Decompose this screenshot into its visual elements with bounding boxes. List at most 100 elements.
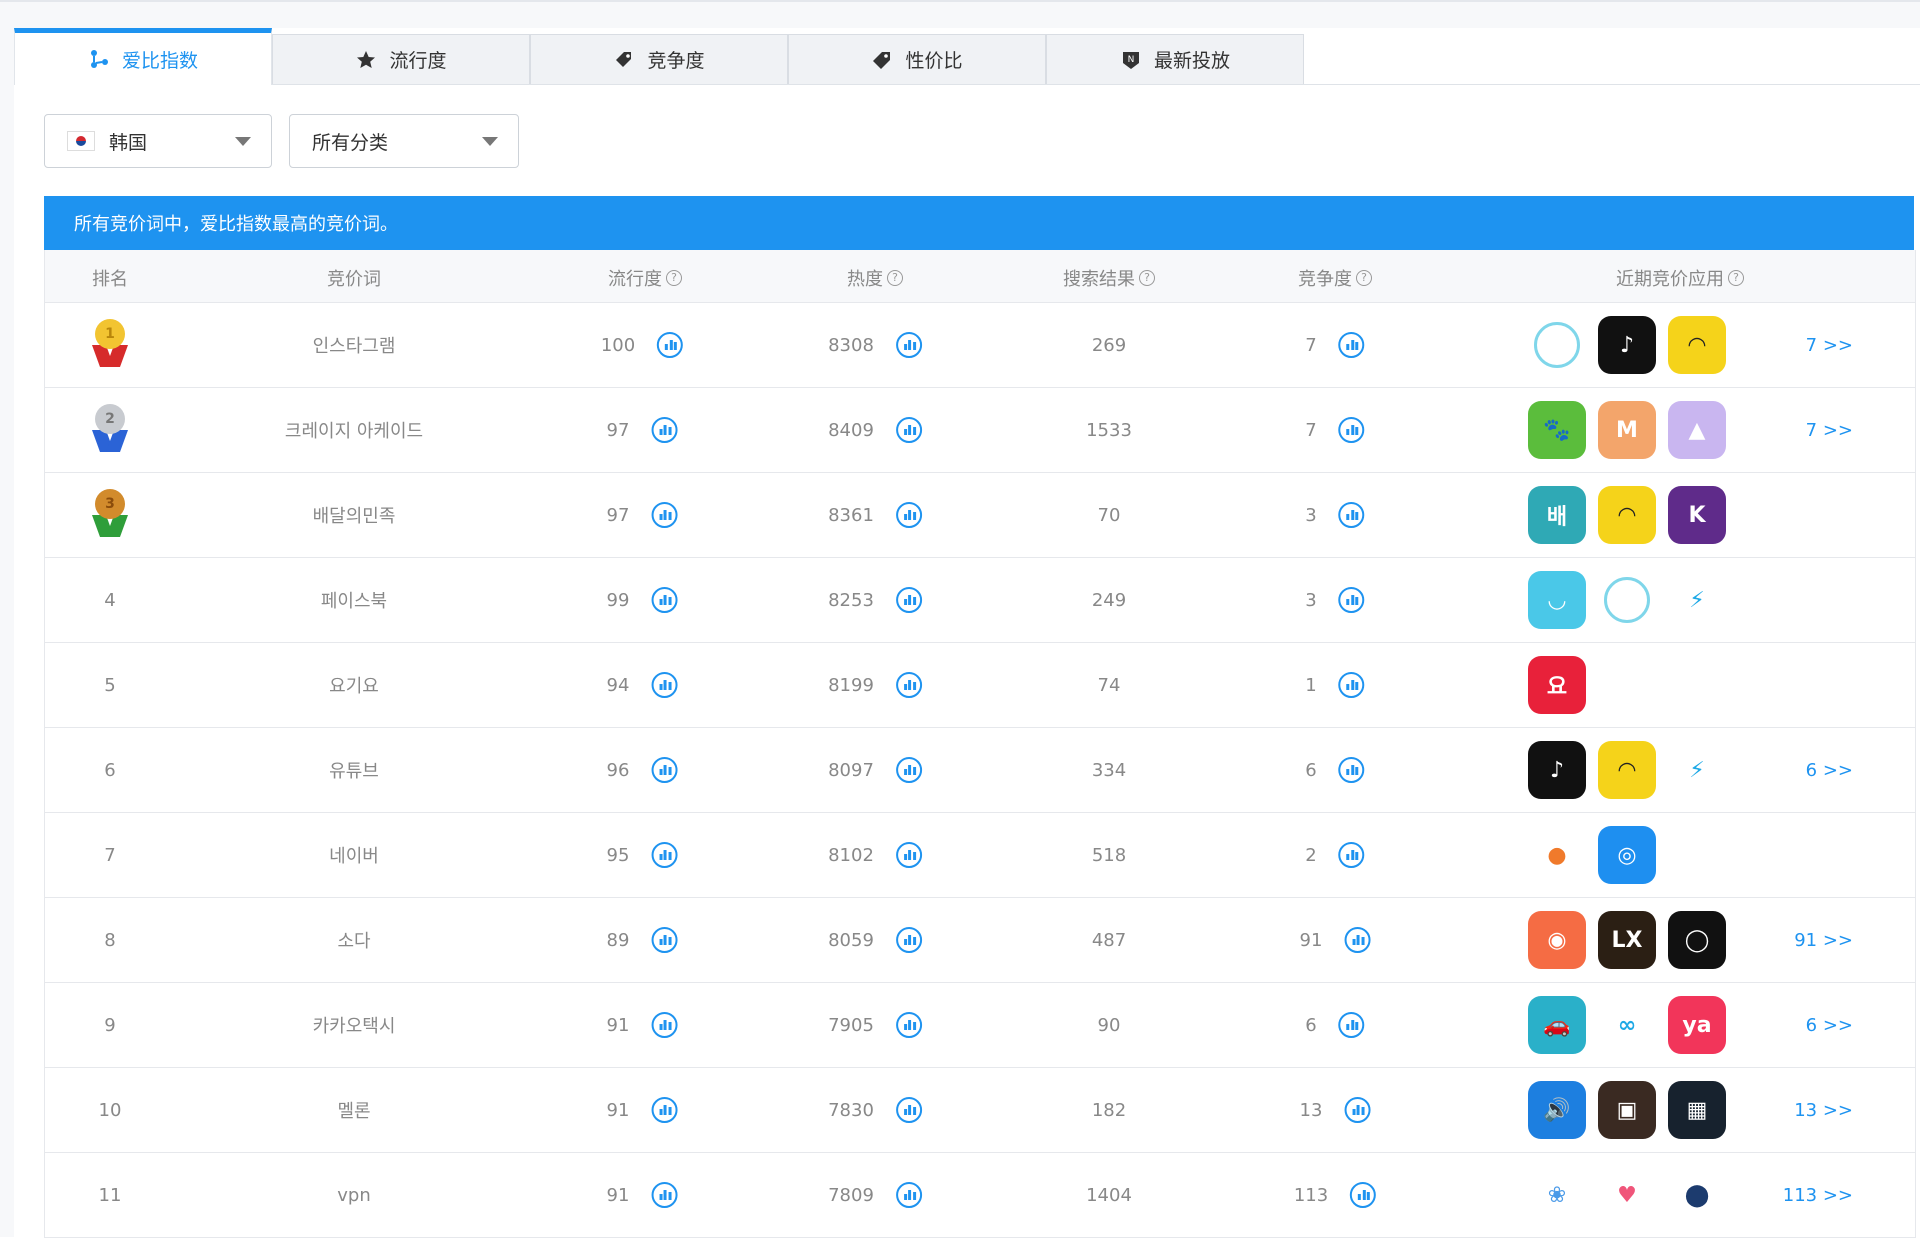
help-icon[interactable]: ? xyxy=(1139,270,1155,286)
trend-chart-icon[interactable] xyxy=(895,842,922,868)
help-icon[interactable]: ? xyxy=(887,270,903,286)
yellow-smile-app-icon[interactable]: ◠ xyxy=(1598,486,1656,544)
trend-chart-icon[interactable] xyxy=(1338,502,1365,528)
game-raccoon-icon[interactable]: 🐾 xyxy=(1528,401,1586,459)
popularity: 95 xyxy=(607,813,678,897)
trend-chart-icon[interactable] xyxy=(651,1012,678,1038)
col-competition: 竞争度? xyxy=(1298,265,1372,291)
driver-app-icon[interactable]: ∞ xyxy=(1598,996,1656,1054)
orange-drop-app-icon[interactable]: ◉ xyxy=(1528,911,1586,969)
yellow-smile-app-icon[interactable]: ◠ xyxy=(1598,741,1656,799)
trend-chart-icon[interactable] xyxy=(1338,587,1365,613)
keyword-cell[interactable]: 페이스북 xyxy=(321,558,387,642)
help-icon[interactable]: ? xyxy=(1356,270,1372,286)
more-apps-link[interactable]: 7 >> xyxy=(1806,303,1853,387)
trend-chart-icon[interactable] xyxy=(895,927,922,953)
trend-chart-icon[interactable] xyxy=(1338,672,1365,698)
trend-chart-icon[interactable] xyxy=(895,502,922,528)
more-apps-link[interactable]: 91 >> xyxy=(1794,898,1853,982)
help-icon[interactable]: ? xyxy=(1728,270,1744,286)
keyhole-app-icon[interactable]: ◯ xyxy=(1668,911,1726,969)
trend-chart-icon[interactable] xyxy=(1338,757,1365,783)
trend-chart-icon[interactable] xyxy=(1350,1182,1377,1208)
globe-app-icon[interactable]: ◎ xyxy=(1598,826,1656,884)
trend-chart-icon[interactable] xyxy=(1338,1012,1365,1038)
keyword-cell[interactable]: 배달의민족 xyxy=(313,473,396,557)
category-select[interactable]: 所有分类 xyxy=(289,114,519,168)
trend-chart-icon[interactable] xyxy=(651,757,678,783)
car-app-icon[interactable]: 🚗 xyxy=(1528,996,1586,1054)
keyword-cell[interactable]: 카카오택시 xyxy=(313,983,396,1067)
smile-app-icon[interactable]: ◡ xyxy=(1528,571,1586,629)
keyword-cell[interactable]: 크레이지 아케이드 xyxy=(285,388,423,472)
trend-chart-icon[interactable] xyxy=(657,332,684,358)
more-apps-link[interactable]: 13 >> xyxy=(1794,1068,1853,1152)
trend-chart-icon[interactable] xyxy=(895,417,922,443)
game-mushroom-icon[interactable]: M xyxy=(1598,401,1656,459)
baemin-icon[interactable]: 배 xyxy=(1528,486,1586,544)
trend-chart-icon[interactable] xyxy=(895,332,922,358)
keyword-cell[interactable]: 인스타그램 xyxy=(313,303,396,387)
ring-app-icon[interactable] xyxy=(1534,322,1580,368)
yellow-smile-app-icon[interactable]: ◠ xyxy=(1668,316,1726,374)
trend-chart-icon[interactable] xyxy=(651,1097,678,1123)
lightning-app-icon[interactable]: ⚡ xyxy=(1668,741,1726,799)
tab-label: 爱比指数 xyxy=(121,49,198,72)
keyword-cell[interactable]: 소다 xyxy=(337,898,370,982)
trend-chart-icon[interactable] xyxy=(1344,927,1371,953)
colorful-grid-app-icon[interactable]: ▦ xyxy=(1668,1081,1726,1139)
trend-chart-icon[interactable] xyxy=(651,587,678,613)
more-apps-link[interactable]: 6 >> xyxy=(1806,728,1853,812)
trend-chart-icon[interactable] xyxy=(1338,332,1365,358)
trend-chart-icon[interactable] xyxy=(1338,417,1365,443)
tiktok-icon[interactable]: ♪ xyxy=(1528,741,1586,799)
trend-chart-icon[interactable] xyxy=(895,757,922,783)
shield-pin-app-icon[interactable]: ⬤ xyxy=(1668,1166,1726,1224)
more-apps-link[interactable]: 6 >> xyxy=(1806,983,1853,1067)
trend-chart-icon[interactable] xyxy=(895,1182,922,1208)
trend-chart-icon[interactable] xyxy=(895,587,922,613)
trend-chart-icon[interactable] xyxy=(651,502,678,528)
competition-value: 1 xyxy=(1305,674,1317,696)
ya-app-icon[interactable]: ya xyxy=(1668,996,1726,1054)
competition: 6 xyxy=(1305,728,1365,812)
lightning-app-icon[interactable]: ⚡ xyxy=(1668,571,1726,629)
ring-app-icon[interactable] xyxy=(1604,577,1650,623)
keyword-table: 排名 竞价词 流行度? 热度? 搜索结果? 竞争度? 近期竞价应用? 1 인스타그… xyxy=(44,250,1916,1238)
trend-chart-icon[interactable] xyxy=(651,927,678,953)
lx-app-icon[interactable]: LX xyxy=(1598,911,1656,969)
kurly-icon[interactable]: K xyxy=(1668,486,1726,544)
keyword-cell[interactable]: vpn xyxy=(337,1153,371,1237)
pastel-shape-app-icon[interactable]: ▲ xyxy=(1668,401,1726,459)
trend-chart-icon[interactable] xyxy=(651,417,678,443)
trend-chart-icon[interactable] xyxy=(1338,842,1365,868)
tiktok-icon[interactable]: ♪ xyxy=(1598,316,1656,374)
lotus-app-icon[interactable]: ❀ xyxy=(1528,1166,1586,1224)
keyword-cell[interactable]: 요기요 xyxy=(329,643,379,727)
trend-chart-icon[interactable] xyxy=(895,1097,922,1123)
trend-chart-icon[interactable] xyxy=(651,672,678,698)
tab-3[interactable]: 竞争度 xyxy=(530,34,788,84)
trend-chart-icon[interactable] xyxy=(1344,1097,1371,1123)
speaker-app-icon[interactable]: 🔊 xyxy=(1528,1081,1586,1139)
dark-photo-app-icon[interactable]: ▣ xyxy=(1598,1081,1656,1139)
more-apps-link[interactable]: 7 >> xyxy=(1806,388,1853,472)
tab-2[interactable]: 流行度 xyxy=(272,34,530,84)
keyword-cell[interactable]: 네이버 xyxy=(329,813,379,897)
help-icon[interactable]: ? xyxy=(666,270,682,286)
more-apps-link[interactable]: 113 >> xyxy=(1783,1153,1853,1237)
tab-4[interactable]: 性价比 xyxy=(788,34,1046,84)
heart-app-icon[interactable]: ♥ xyxy=(1598,1166,1656,1224)
trend-chart-icon[interactable] xyxy=(895,1012,922,1038)
tab-1[interactable]: 爱比指数 xyxy=(14,28,272,85)
trend-chart-icon[interactable] xyxy=(651,842,678,868)
yogiyo-icon[interactable]: 요 xyxy=(1528,656,1586,714)
trend-chart-icon[interactable] xyxy=(651,1182,678,1208)
carrot-app-icon[interactable]: ● xyxy=(1528,826,1586,884)
keyword-cell[interactable]: 유튜브 xyxy=(329,728,379,812)
trend-chart-icon[interactable] xyxy=(895,672,922,698)
keyword-cell[interactable]: 멜론 xyxy=(337,1068,370,1152)
tab-5[interactable]: N 最新投放 xyxy=(1046,34,1304,84)
heat: 8308 xyxy=(828,303,922,387)
country-select[interactable]: 韩国 xyxy=(44,114,272,168)
